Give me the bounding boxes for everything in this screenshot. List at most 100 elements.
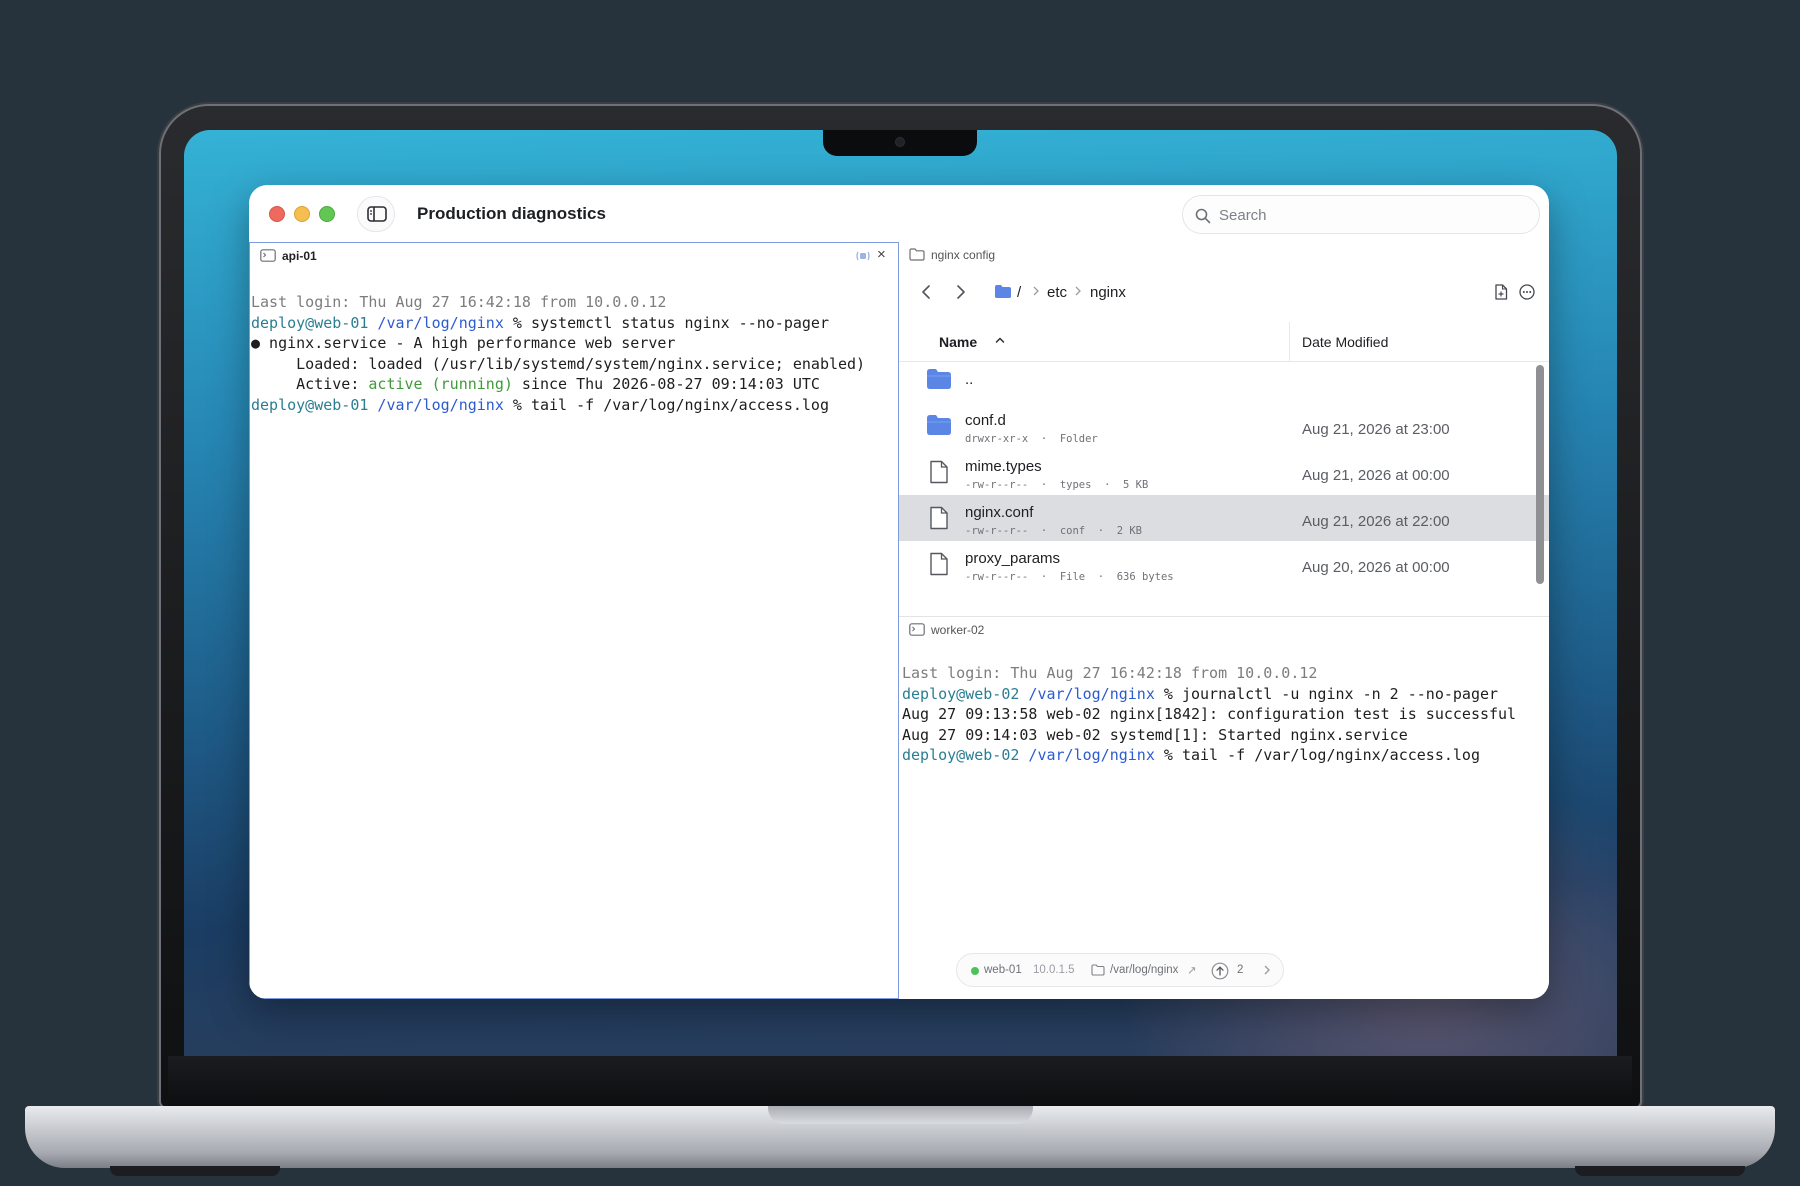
sidebar-toggle-button[interactable] — [357, 196, 395, 232]
file-row[interactable]: conf.d drwxr-xr-x · Folder Aug 21, 2026 at… — [899, 403, 1549, 449]
upload-icon[interactable] — [1211, 962, 1229, 980]
terminal-text: deploy@web-01 — [251, 395, 369, 414]
laptop-opening-notch — [768, 1106, 1033, 1124]
file-list-scrollbar[interactable] — [1536, 365, 1544, 584]
camera-icon — [895, 137, 905, 147]
file-row[interactable]: proxy_params -rw-r--r-- · File · 636 byte… — [899, 541, 1549, 587]
file-name: proxy_params — [965, 550, 1061, 567]
terminal-text: Active: — [251, 375, 369, 393]
file-name: .. — [965, 371, 974, 388]
folder-outline-icon — [1091, 964, 1105, 976]
search-input[interactable] — [1219, 205, 1519, 225]
close-window-button[interactable] — [269, 206, 285, 222]
terminal-line: ● nginx.service - A high performance web… — [251, 333, 865, 354]
file-row[interactable]: mime.types -rw-r--r-- · types · 5 KB Aug 2… — [899, 449, 1549, 495]
chevron-right-icon[interactable] — [1263, 964, 1271, 976]
terminal-icon — [260, 249, 276, 262]
terminal-output[interactable]: Last login: Thu Aug 27 16:42:18 from 10.… — [251, 292, 865, 415]
terminal-line: Aug 27 09:14:03 web-02 systemd[1]: Start… — [902, 725, 1516, 746]
terminal-line: Last login: Thu Aug 27 16:42:18 from 10.… — [251, 292, 865, 313]
terminal-line: Last login: Thu Aug 27 16:42:18 from 10.… — [902, 663, 1516, 684]
breadcrumb-root[interactable]: / — [1017, 284, 1021, 301]
terminal-pane-api-01[interactable]: api-01 × Last login: Thu Aug 27 16:42:18… — [249, 242, 899, 999]
file-date-modified: Aug 21, 2026 at 22:00 — [1302, 513, 1450, 530]
file-icon — [929, 506, 949, 535]
laptop-foot — [110, 1166, 280, 1176]
file-meta: -rw-r--r-- · File · 636 bytes — [965, 571, 1174, 583]
pane-title: nginx config — [931, 248, 996, 262]
column-header-name[interactable]: Name — [939, 334, 977, 350]
breadcrumb-etc[interactable]: etc — [1047, 284, 1067, 301]
terminal-output[interactable]: Last login: Thu Aug 27 16:42:18 from 10.… — [902, 663, 1516, 766]
file-name: mime.types — [965, 458, 1042, 475]
back-arrow-icon[interactable] — [921, 284, 931, 300]
file-icon — [929, 552, 949, 581]
broadcast-icon[interactable] — [855, 250, 871, 262]
folder-outline-icon — [909, 248, 925, 261]
status-directory[interactable]: /var/log/nginx — [1110, 964, 1178, 976]
file-browser-pane[interactable]: nginx config / etc nginx Name Date Modif… — [899, 242, 1549, 617]
terminal-text: active (running) — [368, 375, 513, 393]
app-window: Production diagnostics api-01 × Last log… — [249, 185, 1549, 999]
laptop-foot — [1575, 1166, 1745, 1176]
pane-header: api-01 × — [250, 243, 898, 269]
new-file-icon[interactable] — [1494, 284, 1508, 300]
terminal-text: Aug 27 09:13:58 web-02 nginx[1842]: conf… — [902, 705, 1517, 723]
file-row[interactable]: .. — [899, 357, 1549, 403]
title-bar: Production diagnostics — [249, 185, 1549, 243]
status-host: web-01 — [984, 964, 1022, 976]
terminal-text: /var/log/nginx — [1019, 684, 1155, 703]
more-options-icon[interactable] — [1519, 284, 1535, 300]
terminal-text: % tail -f /var/log/nginx/access.log — [503, 395, 829, 414]
terminal-text: /var/log/nginx — [368, 313, 504, 332]
minimize-window-button[interactable] — [294, 206, 310, 222]
open-external-icon[interactable]: ↗ — [1187, 963, 1197, 977]
camera-notch — [823, 130, 977, 156]
online-status-dot — [971, 967, 979, 975]
file-name: conf.d — [965, 412, 1006, 429]
sidebar-icon — [367, 206, 387, 222]
terminal-line: Loaded: loaded (/usr/lib/systemd/system/… — [251, 354, 865, 375]
terminal-icon — [909, 623, 925, 636]
file-icon — [929, 460, 949, 489]
terminal-pane-worker-02[interactable]: worker-02 Last login: Thu Aug 27 16:42:1… — [899, 617, 1549, 999]
file-date-modified: Aug 21, 2026 at 23:00 — [1302, 421, 1450, 438]
folder-icon — [995, 285, 1011, 298]
transfer-count: 2 — [1237, 964, 1244, 976]
terminal-line: deploy@web-02 /var/log/nginx % tail -f /… — [902, 745, 1516, 766]
file-nav-bar: / etc nginx — [899, 272, 1549, 312]
terminal-text: deploy@web-02 — [902, 684, 1020, 703]
terminal-text: % journalctl -u nginx -n 2 --no-pager — [1154, 684, 1499, 703]
terminal-text: Aug 27 09:14:03 web-02 systemd[1]: Start… — [902, 725, 1408, 744]
file-row[interactable]: nginx.conf -rw-r--r-- · conf · 2 KB Aug 21… — [899, 495, 1549, 541]
terminal-text: since Thu 2026-08-27 09:14:03 UTC — [512, 375, 820, 393]
terminal-line: deploy@web-01 /var/log/nginx % systemctl… — [251, 313, 865, 334]
file-meta: -rw-r--r-- · conf · 2 KB — [965, 525, 1143, 537]
breadcrumb-nginx[interactable]: nginx — [1090, 284, 1126, 301]
file-meta: -rw-r--r-- · types · 5 KB — [965, 479, 1149, 491]
chevron-right-icon — [1075, 286, 1081, 296]
terminal-line: Active: active (running) since Thu 2026-… — [251, 374, 865, 395]
terminal-text: /var/log/nginx — [368, 395, 504, 414]
terminal-text: deploy@web-01 — [251, 313, 369, 332]
terminal-text: Last login: Thu Aug 27 16:42:18 from 10.… — [902, 664, 1318, 682]
forward-arrow-icon[interactable] — [956, 284, 966, 300]
connection-status-bar[interactable]: web-01 10.0.1.5 /var/log/nginx ↗ 2 — [956, 953, 1284, 987]
terminal-line: deploy@web-02 /var/log/nginx % journalct… — [902, 684, 1516, 705]
column-divider[interactable] — [1289, 322, 1290, 362]
maximize-window-button[interactable] — [319, 206, 335, 222]
search-box[interactable] — [1182, 195, 1540, 234]
column-header-date-modified[interactable]: Date Modified — [1302, 334, 1388, 350]
sort-ascending-icon[interactable] — [995, 336, 1005, 344]
pane-title: worker-02 — [931, 623, 985, 637]
terminal-text: Loaded: loaded (/usr/lib/systemd/system/… — [251, 354, 866, 373]
status-ip: 10.0.1.5 — [1033, 964, 1075, 976]
terminal-text: % systemctl status nginx --no-pager — [503, 313, 829, 332]
chevron-right-icon — [1033, 286, 1039, 296]
file-name: nginx.conf — [965, 504, 1034, 521]
terminal-line: Aug 27 09:13:58 web-02 nginx[1842]: conf… — [902, 704, 1516, 725]
terminal-line: deploy@web-01 /var/log/nginx % tail -f /… — [251, 395, 865, 416]
close-pane-button[interactable]: × — [877, 246, 886, 264]
folder-icon — [926, 368, 952, 395]
folder-icon — [926, 414, 952, 441]
